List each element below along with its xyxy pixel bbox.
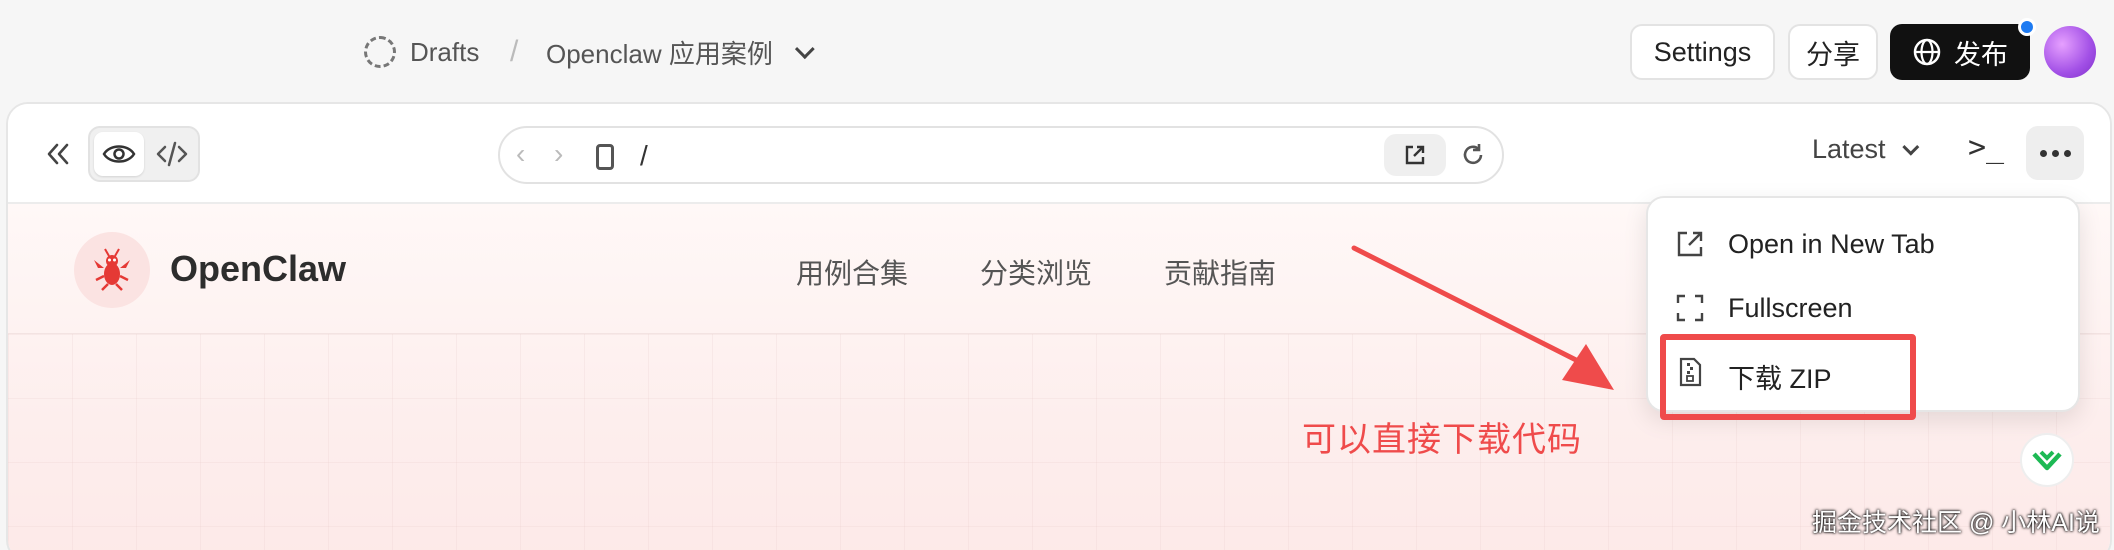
- fullscreen-icon: [1676, 294, 1704, 322]
- code-mode-button[interactable]: [148, 132, 196, 176]
- preview-mode-button[interactable]: [94, 132, 144, 176]
- chevron-down-icon: [1901, 138, 1919, 156]
- nav-link-use-cases[interactable]: 用例合集: [796, 252, 908, 292]
- menu-item-label: Fullscreen: [1728, 293, 1853, 323]
- nav-link-contribute[interactable]: 贡献指南: [1164, 252, 1276, 292]
- eye-icon: [102, 145, 136, 163]
- open-external-button[interactable]: [1384, 134, 1446, 176]
- breadcrumb-separator: /: [510, 35, 519, 68]
- code-icon: [156, 141, 188, 167]
- double-chevron-left-icon: [47, 143, 69, 165]
- menu-item-fullscreen[interactable]: Fullscreen: [1648, 278, 2078, 338]
- site-brand[interactable]: OpenClaw: [170, 248, 346, 290]
- terminal-button[interactable]: >_: [1968, 130, 2004, 165]
- version-label: Latest: [1812, 134, 1886, 164]
- nav-link-categories[interactable]: 分类浏览: [980, 252, 1092, 292]
- more-options-button[interactable]: [2026, 126, 2084, 180]
- share-button[interactable]: 分享: [1788, 24, 1878, 80]
- chevron-down-icon: [794, 39, 815, 60]
- url-bar: ‹ › /: [498, 126, 1504, 184]
- reload-button[interactable]: [1458, 140, 1488, 170]
- external-link-icon: [1677, 231, 1703, 257]
- juejin-logo-icon[interactable]: [2020, 433, 2074, 487]
- dot: [2039, 149, 2047, 157]
- user-avatar[interactable]: [2044, 26, 2096, 78]
- top-bar: Drafts / Openclaw 应用案例 Settings 分享 发布: [0, 0, 2114, 102]
- breadcrumb-drafts[interactable]: Drafts: [364, 32, 479, 72]
- collapse-sidebar-button[interactable]: [36, 132, 80, 176]
- settings-button[interactable]: Settings: [1630, 24, 1775, 80]
- annotation-arrow: [1351, 245, 1614, 390]
- version-selector[interactable]: Latest: [1812, 134, 1919, 165]
- reload-icon: [1463, 144, 1483, 165]
- mobile-device-icon[interactable]: [596, 144, 614, 170]
- breadcrumb-drafts-label: Drafts: [410, 36, 480, 67]
- project-name: Openclaw 应用案例: [546, 38, 773, 69]
- draft-status-icon: [364, 36, 396, 68]
- menu-item-open-new-tab[interactable]: Open in New Tab: [1648, 214, 2078, 274]
- publish-label: 发布: [1954, 39, 2008, 70]
- back-arrow-icon[interactable]: ‹: [516, 138, 525, 170]
- dot: [2051, 149, 2059, 157]
- view-mode-toggle: [88, 126, 200, 182]
- annotation-highlight-box: [1660, 334, 1916, 420]
- project-selector[interactable]: Openclaw 应用案例: [546, 32, 815, 72]
- url-path[interactable]: /: [640, 140, 648, 172]
- watermark: 掘金技术社区 @ 小林AI说: [1812, 509, 2100, 537]
- dot: [2063, 149, 2071, 157]
- menu-item-label: Open in New Tab: [1728, 229, 1935, 259]
- publish-button[interactable]: 发布: [1890, 24, 2030, 80]
- globe-icon: [1913, 38, 1941, 66]
- juejin-mark-icon: [2032, 450, 2062, 471]
- preview-toolbar: ‹ › / Latest >_: [8, 104, 2110, 204]
- annotation-text: 可以直接下载代码: [1302, 421, 1582, 459]
- forward-arrow-icon[interactable]: ›: [554, 138, 563, 170]
- notification-dot: [2018, 18, 2036, 36]
- lobster-icon: [94, 248, 130, 291]
- external-link-icon: [1405, 145, 1425, 165]
- openclaw-logo[interactable]: [74, 232, 150, 308]
